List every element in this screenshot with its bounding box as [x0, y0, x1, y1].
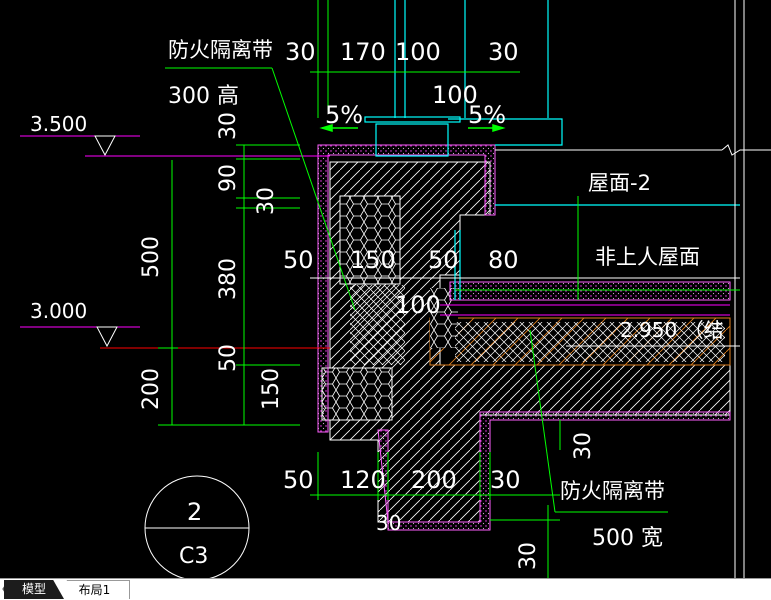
structural-level-label: 2.950 （结 — [620, 318, 724, 342]
dim-vert-30d: 30 — [516, 542, 541, 570]
dim-vert-90: 90 — [216, 164, 241, 192]
dim-inner-80: 80 — [488, 246, 519, 274]
cad-model-canvas[interactable]: 30 170 100 30 100 5% 5% 防火隔离带 300 高 3.50… — [0, 0, 771, 578]
dim-inner-150: 150 — [350, 246, 396, 274]
callout-bottom-line1: 防火隔离带 — [560, 479, 665, 503]
level-label-3000: 3.000 — [30, 299, 87, 323]
roof-name-label: 屋面-2 — [588, 171, 651, 195]
dim-inner-50a: 50 — [283, 246, 314, 274]
layout-tab-bar: 模型 布局1 — [0, 578, 771, 600]
dim-top-30b: 30 — [488, 38, 519, 66]
dim-vert-30: 30 — [216, 112, 241, 140]
dim-bottom-120: 120 — [340, 466, 386, 494]
level-marker-3000 — [20, 326, 330, 349]
dim-bottom-30a: 30 — [490, 466, 521, 494]
slope-right-label: 5% — [468, 101, 506, 129]
dim-vert-150: 150 — [259, 368, 284, 410]
dim-vert-30b: 30 — [254, 187, 279, 215]
dim-top-30a: 30 — [285, 38, 316, 66]
dim-vert-50: 50 — [216, 344, 241, 372]
detail-number: 2 — [187, 498, 202, 526]
tab-model[interactable]: 模型 — [4, 580, 64, 599]
callout-bottom-line2: 500 宽 — [592, 526, 663, 551]
level-marker-3500 — [20, 135, 330, 157]
tab-layout1[interactable]: 布局1 — [60, 580, 130, 599]
dim-top-100a: 100 — [395, 38, 441, 66]
dim-bottom-50: 50 — [283, 466, 314, 494]
dim-vert-30c: 30 — [571, 432, 596, 460]
slope-left-label: 5% — [325, 101, 363, 129]
roof-type-label: 非上人屋面 — [595, 245, 700, 269]
dim-vert-380: 380 — [216, 258, 241, 300]
dim-inner-50b: 50 — [428, 246, 459, 274]
dim-bottom-200: 200 — [411, 466, 457, 494]
dim-top-170: 170 — [340, 38, 386, 66]
dim-vert-200: 200 — [139, 368, 164, 410]
dim-inner-100: 100 — [395, 291, 441, 319]
dim-vert-500: 500 — [139, 236, 164, 278]
dim-bottom-30b: 30 — [376, 511, 401, 535]
level-label-3500: 3.500 — [30, 112, 87, 136]
callout-top-line2: 300 高 — [168, 84, 239, 109]
callout-top-line1: 防火隔离带 — [168, 38, 273, 62]
detail-sheet: C3 — [179, 544, 208, 569]
